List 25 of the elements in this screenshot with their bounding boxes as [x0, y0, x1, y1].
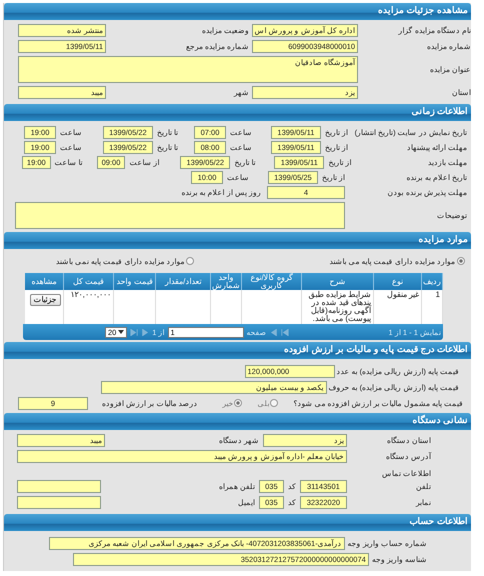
details-button[interactable]: جزئیات	[30, 294, 61, 306]
section-header: موارد مزایده	[4, 232, 471, 249]
last-page-icon[interactable]	[130, 328, 138, 336]
caret-icon	[118, 330, 124, 334]
radio-button[interactable]	[457, 257, 465, 265]
section-header: اطلاعات زمانی	[4, 104, 471, 121]
radio-button[interactable]	[234, 399, 242, 407]
section-header: اطلاعات حساب	[4, 514, 471, 531]
section-header: نشانی دستگاه	[4, 413, 471, 430]
next-page-icon[interactable]	[141, 328, 150, 336]
previous-page-icon[interactable]	[270, 328, 278, 336]
column-header: قیمت واحد	[114, 273, 156, 290]
column-header: گروه کالا/نوع کاربری	[242, 273, 302, 290]
column-header: مشاهده	[25, 273, 64, 290]
column-header: قیمت کل	[63, 273, 114, 290]
radio-button[interactable]	[270, 399, 278, 407]
column-header: تعداد/مقدار	[156, 273, 211, 290]
column-header: ردیف	[422, 273, 442, 290]
section-header: مشاهده جزئیات مزایده	[4, 3, 471, 20]
first-page-icon[interactable]	[280, 328, 289, 336]
column-header: نوع	[374, 273, 422, 290]
column-header: شرح	[302, 273, 374, 290]
column-header: واحد شمارش	[210, 273, 242, 290]
radio-button[interactable]	[186, 257, 194, 265]
section-header: اطلاعات درج قیمت پایه و مالیات بر ارزش افزوده	[4, 342, 471, 359]
